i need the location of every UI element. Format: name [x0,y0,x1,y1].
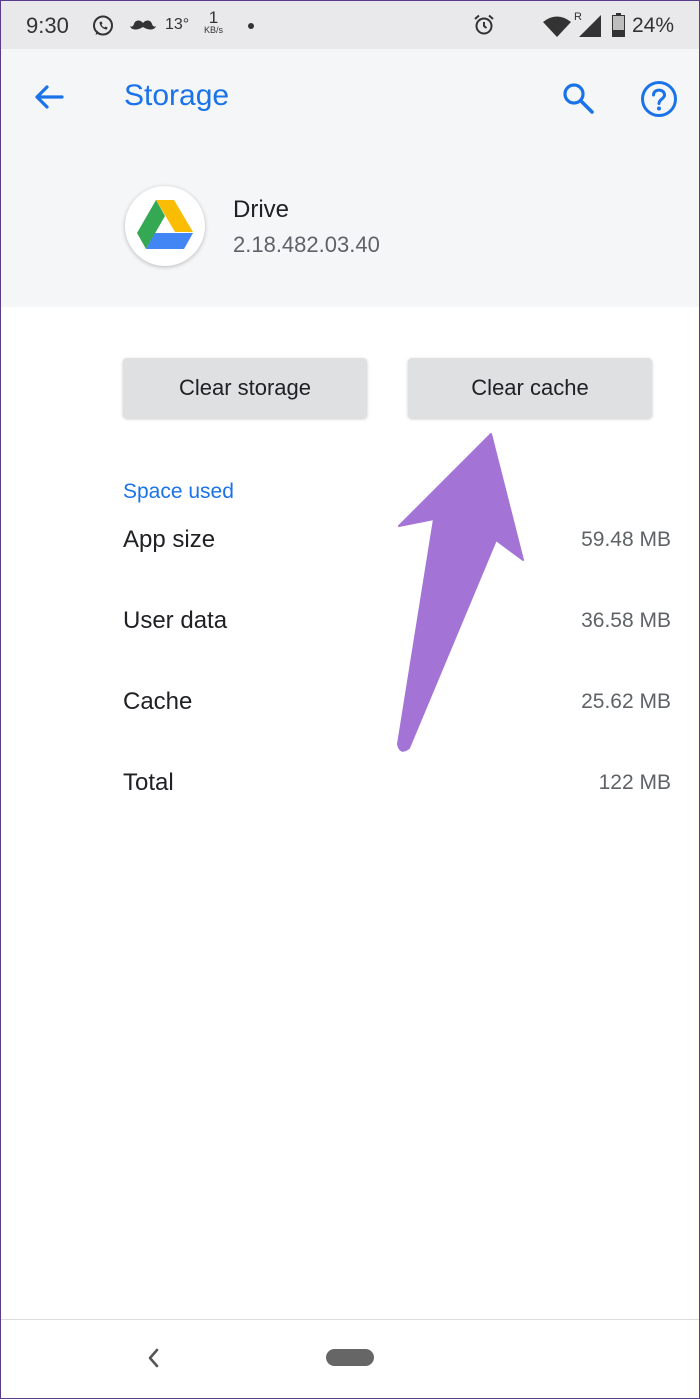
storage-row-label: Total [123,769,174,796]
network-speed-unit: KB/s [204,25,224,35]
arrow-back-icon [35,85,64,109]
help-icon [641,81,677,117]
nav-back-button[interactable] [144,1347,164,1369]
wifi-icon [543,16,571,37]
network-speed-value: 1 [208,8,219,27]
google-drive-icon [137,200,193,249]
storage-row-value: 59.48 MB [581,528,671,551]
storage-row-value: 25.62 MB [581,690,671,713]
storage-row-label: App size [123,526,216,553]
status-bar: 9:30 13° 1 KB/s R 24% [1,1,699,49]
cell-signal-icon [579,15,601,37]
network-speed: 1 KB/s [204,9,223,35]
search-icon [563,83,594,114]
storage-row-value: 36.58 MB [581,609,671,632]
storage-row-total: Total 122 MB [123,769,671,809]
app-version: 2.18.482.03.40 [233,232,380,257]
page-title: Storage [124,79,230,112]
storage-row-label: User data [123,607,228,634]
nav-home-button[interactable] [326,1349,374,1366]
storage-row-value: 122 MB [598,771,671,794]
notification-dot-icon [248,23,254,29]
nav-divider [1,1319,699,1320]
space-used-header: Space used [123,480,234,503]
clear-cache-button[interactable]: Clear cache [408,358,652,418]
app-icon [125,186,205,266]
battery-percent: 24% [632,14,675,37]
clear-storage-button[interactable]: Clear storage [123,358,367,418]
annotation-arrow-icon [397,433,524,752]
back-button[interactable] [32,83,68,111]
help-button[interactable] [640,80,678,118]
chevron-left-icon [148,1348,159,1368]
battery-icon [612,13,625,37]
search-button[interactable] [561,81,595,115]
app-header: Storage Drive 2.18.482.03.40 [1,49,699,307]
app-name: Drive [233,196,290,223]
status-time: 9:30 [26,13,69,38]
temperature-text: 13° [165,16,190,33]
whatsapp-icon [93,15,113,36]
storage-row-label: Cache [123,688,193,715]
mustache-icon [130,20,156,30]
alarm-icon [474,14,494,35]
